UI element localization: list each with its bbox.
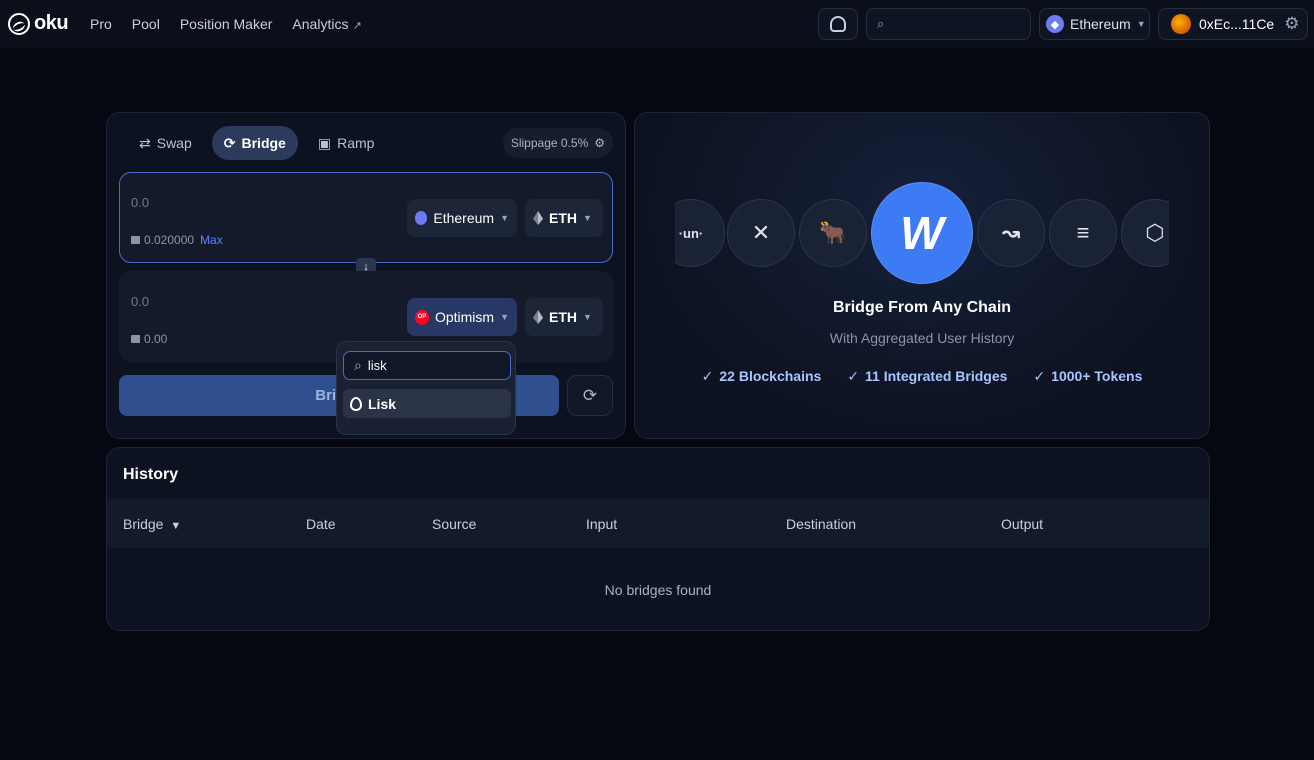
from-chain-label: Ethereum (433, 210, 495, 226)
history-title: History (123, 466, 179, 483)
to-chain-selector[interactable]: OP Optimism ▼ (407, 298, 517, 336)
bridge-cycle-icon: ⟳ (223, 134, 236, 151)
feature-blockchains: 22 Blockchains (702, 368, 821, 385)
history-card: History Bridge ▼ Date Source Input Desti… (106, 447, 1210, 631)
column-output: Output (1001, 516, 1044, 532)
chevron-down-icon: ▼ (583, 213, 592, 223)
chevron-down-icon: ▼ (500, 312, 509, 322)
from-token-selector[interactable]: ETH ▼ (525, 199, 603, 237)
gear-icon[interactable]: ⚙ (1284, 14, 1299, 34)
chevron-down-icon: ▼ (1136, 19, 1146, 29)
chevron-down-icon: ▼ (500, 213, 509, 223)
from-balance-value: 0.020000 (144, 233, 195, 247)
eth-token-icon (533, 310, 543, 324)
oku-logo-icon (8, 12, 30, 35)
column-bridge-label: Bridge (123, 516, 164, 532)
network-label: Ethereum (1070, 16, 1131, 32)
eth-token-icon (533, 211, 543, 225)
search-icon: ⌕ (354, 357, 362, 373)
promo-subtitle: With Aggregated User History (829, 330, 1015, 346)
from-chain-selector[interactable]: Ethereum ▼ (407, 199, 517, 237)
column-date: Date (306, 516, 336, 532)
from-panel: 0.0 0.020000 Max Ethereum ▼ ETH ▼ (119, 172, 613, 263)
column-destination: Destination (786, 516, 857, 532)
tab-bridge[interactable]: ⟳ Bridge (211, 126, 298, 160)
bridge-logo-icon: ·un· (675, 199, 725, 267)
bridge-logo-icon: 🐂 (799, 199, 867, 267)
promo-card: ·un· ✕ 🐂 W ↝ ≡ ⬡ Bridge From Any Chain W… (634, 112, 1210, 439)
max-button[interactable]: Max (200, 233, 223, 247)
nav-position-maker[interactable]: Position Maker (180, 16, 273, 32)
nav-pro[interactable]: Pro (90, 16, 112, 32)
network-selector[interactable]: ◆ Ethereum ▼ (1039, 8, 1150, 40)
cash-icon: ▣ (317, 134, 332, 151)
bridge-logo-icon: ⬡ (1121, 199, 1169, 267)
top-search-input[interactable] (890, 16, 1021, 32)
to-balance-value: 0.00 (144, 332, 168, 346)
bridge-logo-icon: ↝ (977, 199, 1045, 267)
from-balance: 0.020000 Max (131, 233, 223, 247)
tab-swap-label: Swap (156, 135, 192, 151)
bridge-logo-icon: W (871, 182, 973, 284)
column-source: Source (432, 516, 477, 532)
column-input: Input (586, 516, 618, 532)
promo-features: 22 Blockchains 11 Integrated Bridges 100… (635, 368, 1209, 385)
lisk-icon (350, 396, 362, 411)
tab-ramp-label: Ramp (337, 135, 375, 151)
wallet-address: 0xEc...11Ce (1199, 16, 1275, 32)
nav-analytics-label: Analytics (292, 16, 349, 32)
tab-swap[interactable]: ⇄ Swap (127, 126, 204, 160)
slippage-button[interactable]: Slippage 0.5% ⚙ (502, 128, 613, 158)
bridge-logo-carousel: ·un· ✕ 🐂 W ↝ ≡ ⬡ (675, 181, 1169, 285)
avatar (1171, 14, 1191, 34)
from-amount-input[interactable]: 0.0 (131, 195, 149, 210)
chain-option-label: Lisk (368, 395, 397, 412)
external-link-icon: ↗ (352, 20, 362, 32)
chain-search-input[interactable] (367, 358, 498, 373)
wallet-icon (131, 335, 140, 343)
chain-dropdown: ⌕ Lisk (336, 341, 516, 435)
nav-analytics[interactable]: Analytics ↗ (292, 16, 361, 32)
to-token-selector[interactable]: ETH ▼ (525, 298, 603, 336)
refresh-icon: ⟳ (582, 385, 598, 405)
mode-tabs: ⇄ Swap ⟳ Bridge ▣ Ramp (127, 126, 386, 160)
to-balance: 0.00 (131, 332, 167, 346)
chain-search[interactable]: ⌕ (343, 351, 511, 380)
ghost-icon (830, 16, 846, 32)
top-bar: oku Pro Pool Position Maker Analytics ↗ ⌕… (0, 0, 1314, 48)
history-table-header: Bridge ▼ Date Source Input Destination O… (107, 499, 1209, 548)
nav-pool[interactable]: Pool (132, 16, 160, 32)
wallet-icon (131, 236, 140, 244)
to-chain-label: Optimism (434, 309, 495, 325)
ghost-button[interactable] (818, 8, 858, 40)
gear-icon: ⚙ (594, 136, 605, 150)
slippage-label: Slippage 0.5% (510, 136, 589, 150)
brand-name: oku (34, 12, 69, 34)
tab-bridge-label: Bridge (241, 135, 286, 151)
main-nav: Pro Pool Position Maker Analytics ↗ (90, 16, 362, 32)
feature-tokens: 1000+ Tokens (1033, 368, 1142, 385)
feature-bridges: 11 Integrated Bridges (847, 368, 1007, 385)
to-token-label: ETH (549, 309, 577, 325)
chain-option-lisk[interactable]: Lisk (343, 389, 511, 418)
wallet-button[interactable]: 0xEc...11Ce ⚙ (1158, 8, 1308, 40)
to-amount-output: 0.0 (131, 294, 150, 309)
swap-arrows-icon: ⇄ (139, 134, 151, 151)
search-icon: ⌕ (877, 16, 885, 31)
tab-ramp[interactable]: ▣ Ramp (306, 126, 387, 160)
optimism-icon: OP (415, 309, 429, 325)
column-bridge[interactable]: Bridge ▼ (123, 516, 181, 532)
history-empty-state: No bridges found (604, 582, 712, 598)
filter-icon[interactable]: ▼ (170, 520, 181, 532)
oku-logo[interactable]: oku (8, 12, 69, 35)
ethereum-icon (415, 211, 428, 225)
from-token-label: ETH (549, 210, 577, 226)
promo-title: Bridge From Any Chain (832, 299, 1012, 316)
refresh-button[interactable]: ⟳ (567, 375, 613, 416)
top-search[interactable]: ⌕ (866, 8, 1031, 40)
bridge-logo-icon: ≡ (1049, 199, 1117, 267)
ethereum-icon: ◆ (1046, 15, 1064, 33)
bridge-logo-icon: ✕ (727, 199, 795, 267)
chevron-down-icon: ▼ (583, 312, 592, 322)
